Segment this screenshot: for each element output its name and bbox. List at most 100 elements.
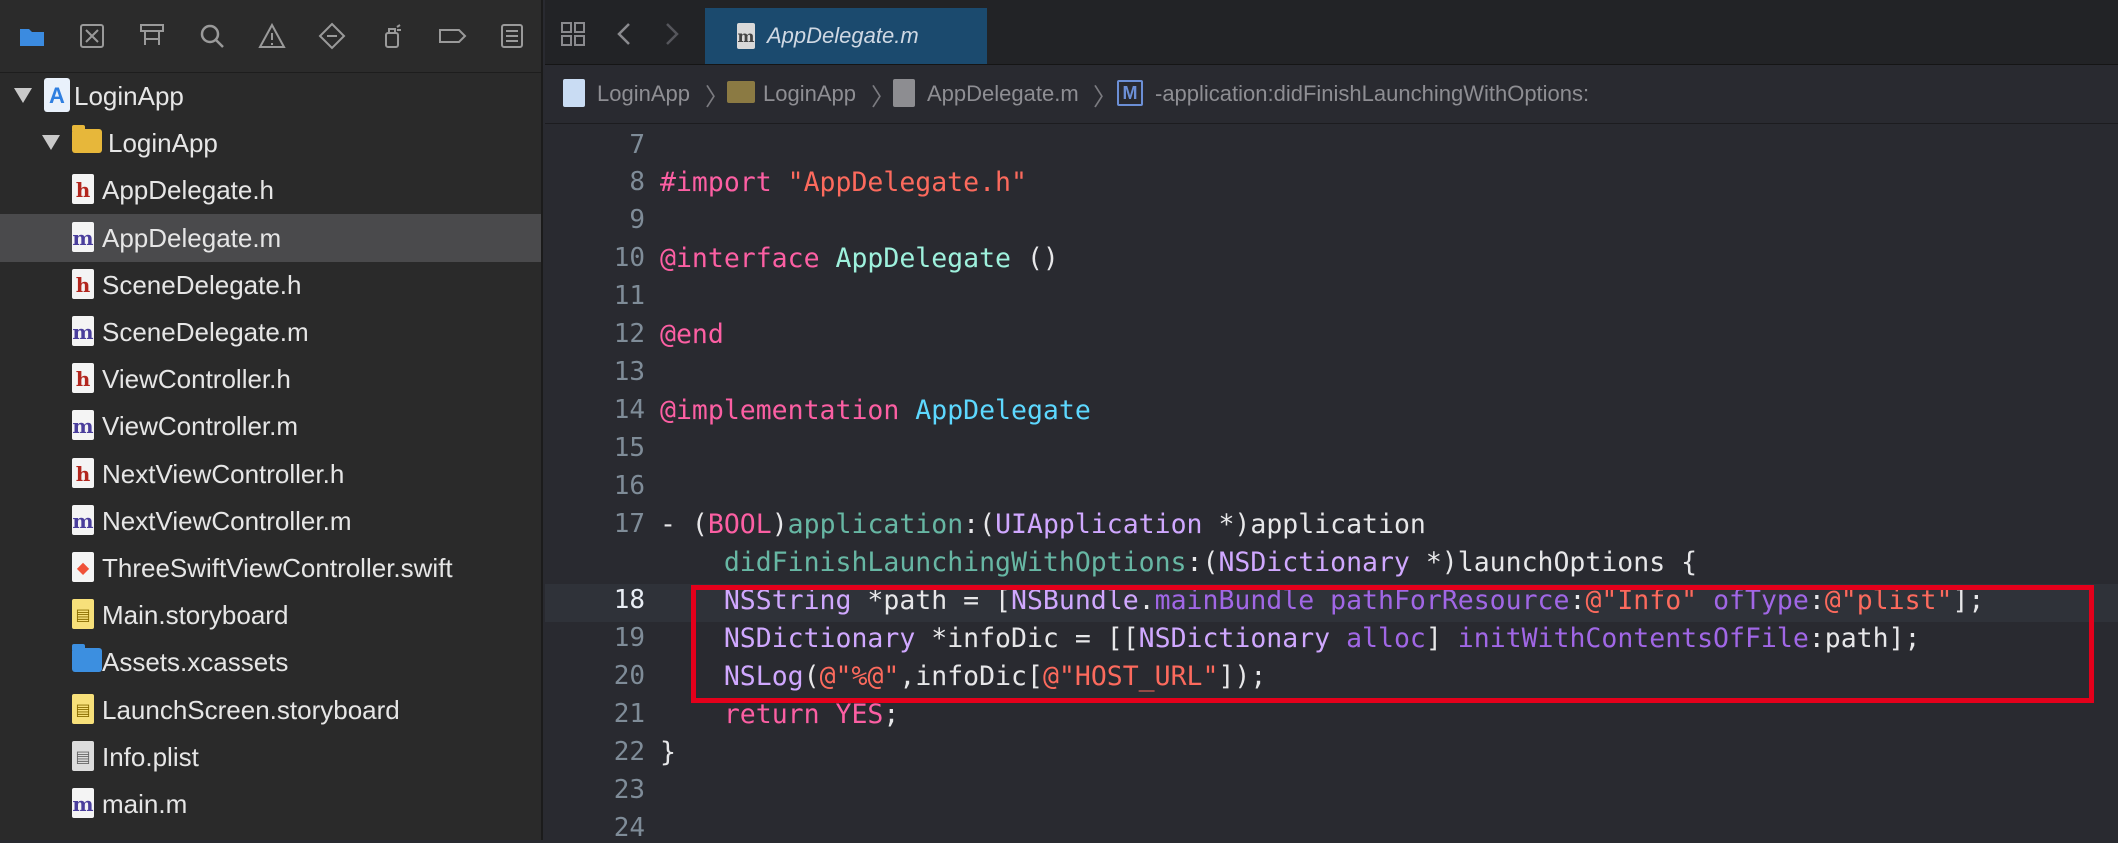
code-token: BOOL [707,509,772,540]
code-token: ]); [1218,661,1267,692]
code-token: @implementation [660,395,916,426]
hierarchy-icon[interactable] [134,18,170,54]
tree-item-label: AppDelegate.m [102,222,282,253]
code-token: AppDelegate [835,243,1012,274]
tree-item[interactable]: h AppDelegate.h [0,166,541,214]
tree-item[interactable]: LoginApp [0,72,541,120]
tree-item-label: Main.storyboard [102,600,289,631]
m-file-icon: m [72,316,94,346]
line-number: 12 [613,319,645,349]
debug-spray-icon[interactable] [374,18,410,54]
breadcrumb-project[interactable]: LoginApp [597,81,690,107]
code-token: () [1011,243,1059,274]
search-icon[interactable] [194,18,230,54]
tree-item[interactable]: m main.m [0,780,541,828]
m-file-icon: m [72,410,94,441]
code-token: NSDictionary [723,623,916,654]
code-token: @interface [660,243,836,274]
code-token: } [660,737,676,768]
source-control-icon[interactable] [74,18,110,54]
tree-item[interactable]: m SceneDelegate.m [0,308,541,356]
disclosure-triangle-icon[interactable] [14,88,32,103]
tree-item[interactable]: h NextViewController.h [0,450,541,498]
line-number: 18 [613,585,645,615]
source-editor: m AppDelegate.m LoginApp 〉 LoginApp 〉 Ap… [545,0,2118,843]
code-line[interactable]: @interface AppDelegate () [660,243,1059,274]
report-icon[interactable] [494,18,530,54]
code-line[interactable]: #import "AppDelegate.h" [660,167,1027,198]
tree-item[interactable]: h ViewController.h [0,355,541,403]
code-line[interactable]: @implementation AppDelegate [660,395,1091,426]
code-line[interactable]: @end [660,319,724,350]
line-number: 21 [613,699,645,729]
code-line[interactable]: NSDictionary *infoDic = [[NSDictionary a… [660,623,1921,654]
code-line[interactable]: - (BOOL)application:(UIApplication *)app… [660,509,1426,540]
code-line[interactable]: return YES; [660,699,900,730]
code-token: . [1138,585,1155,616]
line-number: 23 [613,775,645,805]
test-diamond-icon[interactable] [314,18,350,54]
m-file-icon: m [72,504,94,535]
tree-item-label: LaunchScreen.storyboard [102,694,400,725]
code-token: mainBundle [1154,585,1315,616]
tree-item[interactable]: m ViewController.m [0,402,541,450]
code-token: ) [771,509,788,540]
project-icon [44,78,70,112]
tree-item[interactable]: m AppDelegate.m [0,213,541,262]
code-token: ,infoDic[ [899,661,1043,692]
tree-item-label: SceneDelegate.m [102,317,309,347]
line-number: 16 [613,471,645,501]
back-chevron-icon[interactable] [607,16,643,52]
tree-item-label: NextViewController.m [102,505,352,536]
grid-layout-icon[interactable] [555,16,591,52]
m-file-icon: m [72,788,94,818]
code-token: AppDelegate [915,395,1091,426]
tree-item[interactable]: Assets.xcassets [0,638,541,686]
folder-icon [72,125,102,154]
code-line[interactable]: NSString *path = [NSBundle.mainBundle pa… [660,585,1985,616]
tree-item[interactable]: ▤ Main.storyboard [0,591,541,639]
tab-appdelegate-m[interactable]: m AppDelegate.m [705,8,987,64]
disclosure-triangle-icon[interactable] [42,135,60,151]
code-token: "AppDelegate.h" [787,167,1027,198]
tree-item-label: main.m [102,789,188,819]
code-line[interactable]: } [660,737,676,768]
code-line[interactable]: NSLog(@"%@",infoDic[@"HOST_URL"]); [660,661,1267,692]
forward-chevron-icon[interactable] [653,16,689,52]
breadcrumb-folder[interactable]: LoginApp [763,81,856,107]
line-number: 8 [629,167,645,197]
breadcrumb-method[interactable]: -application:didFinishLaunchingWithOptio… [1155,81,1589,107]
code-token: NSLog [723,661,804,692]
tree-item[interactable]: LoginApp [0,119,541,167]
line-number: 14 [613,395,645,425]
code-line[interactable]: didFinishLaunchingWithOptions:(NSDiction… [660,547,1697,578]
jump-bar: LoginApp 〉 LoginApp 〉 AppDelegate.m 〉 M … [545,65,2118,124]
breakpoint-icon[interactable] [434,18,470,54]
warning-icon[interactable] [254,18,290,54]
folder-icon[interactable] [14,18,50,54]
tree-item[interactable]: ▤ LaunchScreen.storyboard [0,686,541,734]
project-icon [563,79,585,107]
header-file-icon: h [72,363,94,394]
tree-item-label: Info.plist [102,741,199,772]
tree-item-label: NextViewController.h [102,458,345,489]
code-token: initWithContentsOfFile [1457,623,1809,654]
tree-item[interactable]: ◆ ThreeSwiftViewController.swift [0,544,541,592]
code-token: ( [803,661,820,692]
tree-item[interactable]: m NextViewController.m [0,497,541,545]
code-token: NSBundle [1011,585,1139,616]
project-navigator: LoginApp LoginApp h AppDelegate.h m AppDelega… [0,0,543,840]
breadcrumb-file[interactable]: AppDelegate.m [927,81,1079,107]
tree-item[interactable]: h SceneDelegate.h [0,261,541,309]
line-number: 19 [613,623,645,653]
chevron-right-icon: 〉 [1093,84,1117,111]
code-token: #import [660,167,788,198]
line-number: 11 [613,281,645,311]
tab-bar: m AppDelegate.m [545,0,2118,65]
code-token: NSString [723,585,852,616]
storyboard-file-icon: ▤ [72,693,94,724]
tree-item-label: LoginApp [74,81,184,111]
tree-item[interactable]: ▤ Info.plist [0,733,541,781]
